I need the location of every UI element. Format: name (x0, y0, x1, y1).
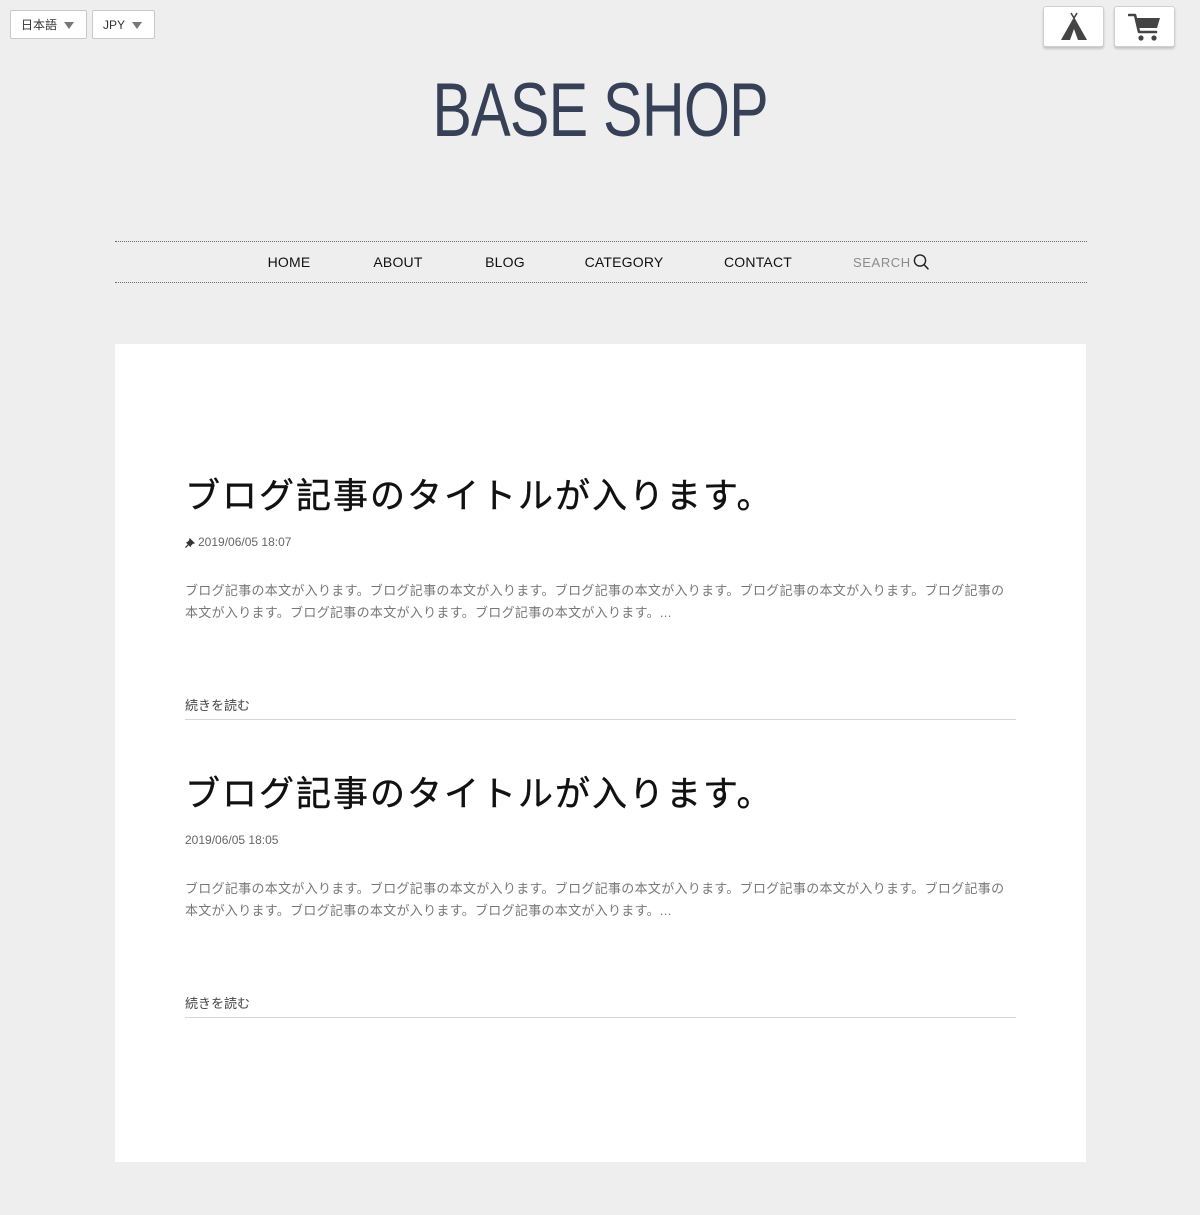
language-select[interactable]: 日本語 (10, 10, 87, 39)
article-title[interactable]: ブログ記事のタイトルが入ります。 (185, 773, 774, 817)
article-title[interactable]: ブログ記事のタイトルが入ります。 (185, 475, 774, 519)
article-date: 2019/06/05 18:07 (198, 535, 292, 549)
article-meta: 2019/06/05 18:05 (185, 833, 278, 847)
search-icon (913, 254, 929, 270)
divider (185, 1017, 1016, 1018)
article-meta: 2019/06/05 18:07 (185, 535, 291, 549)
cart-button[interactable] (1114, 6, 1175, 47)
cart-icon (1127, 13, 1160, 41)
pin-icon (185, 537, 196, 548)
blog-list: ブログ記事のタイトルが入ります。 2019/06/05 18:07 ブログ記事の… (115, 344, 1086, 1162)
article-date: 2019/06/05 18:05 (185, 833, 279, 847)
currency-select-value: JPY (103, 17, 126, 32)
article-excerpt: ブログ記事の本文が入ります。ブログ記事の本文が入ります。ブログ記事の本文が入りま… (185, 881, 1005, 918)
nav-about[interactable]: ABOUT (373, 242, 422, 282)
nav-blog[interactable]: BLOG (485, 242, 525, 282)
article-excerpt: ブログ記事の本文が入ります。ブログ記事の本文が入ります。ブログ記事の本文が入りま… (185, 583, 1005, 620)
global-nav: HOME ABOUT BLOG CATEGORY CONTACT SEARCH (115, 241, 1087, 283)
search-label: SEARCH (853, 254, 911, 270)
nav-search[interactable]: SEARCH (853, 242, 930, 282)
read-more-link[interactable]: 続きを読む (185, 993, 250, 1012)
read-more-link[interactable]: 続きを読む (185, 695, 250, 714)
teepee-icon (1060, 12, 1087, 40)
chevron-down-icon (132, 22, 142, 29)
language-select-value: 日本語 (21, 18, 58, 32)
shop-title: BASE SHOP (432, 68, 768, 153)
base-app-button[interactable] (1043, 6, 1104, 47)
currency-select[interactable]: JPY (92, 10, 155, 39)
chevron-down-icon (64, 22, 74, 29)
shop-logo[interactable]: BASE SHOP (0, 66, 1200, 156)
nav-home[interactable]: HOME (268, 242, 311, 282)
nav-contact[interactable]: CONTACT (724, 242, 792, 282)
divider (185, 719, 1016, 720)
nav-category[interactable]: CATEGORY (585, 242, 664, 282)
